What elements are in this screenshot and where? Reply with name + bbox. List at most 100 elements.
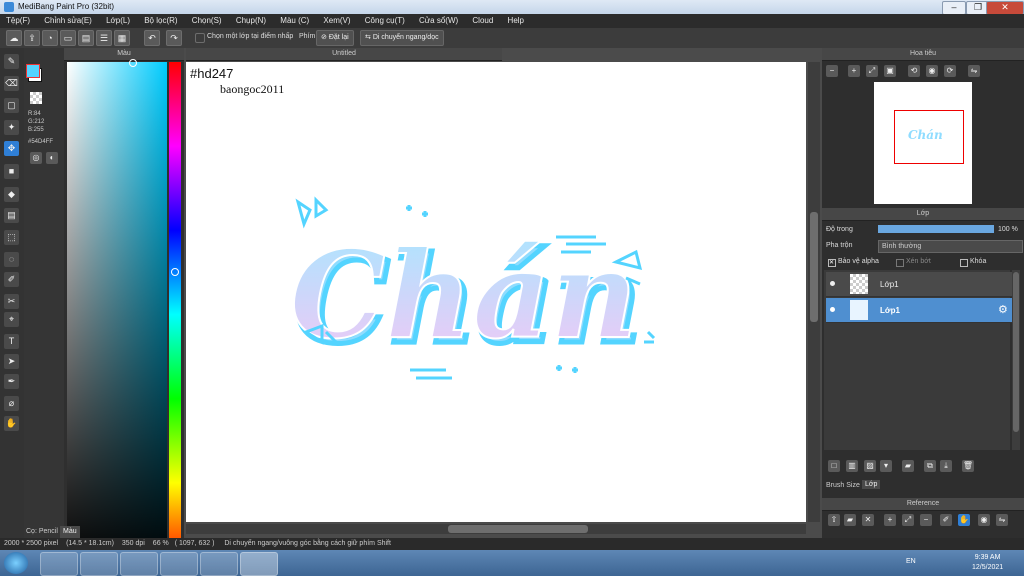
- layer-row[interactable]: Lớp1: [826, 272, 1012, 297]
- menu-filter[interactable]: Bộ lọc(R): [138, 14, 183, 28]
- list-icon[interactable]: ☰: [96, 30, 112, 46]
- move-tool-icon[interactable]: ✥: [4, 141, 19, 156]
- palette-icon[interactable]: ◎: [30, 152, 42, 164]
- color-wheel-icon[interactable]: ◐: [46, 152, 58, 164]
- ref-hand-icon[interactable]: ✋: [958, 514, 970, 526]
- menu-cloud[interactable]: Cloud: [466, 14, 499, 28]
- app-taskbar-icon[interactable]: [160, 552, 198, 576]
- start-button[interactable]: [4, 552, 28, 574]
- minimize-button[interactable]: –: [942, 1, 966, 15]
- shape-tool-icon[interactable]: ■: [4, 164, 19, 179]
- horizontal-scroll-thumb[interactable]: [448, 525, 588, 533]
- panel-icon[interactable]: ▤: [78, 30, 94, 46]
- hue-cursor[interactable]: [171, 268, 179, 276]
- rotate-left-icon[interactable]: ⟲: [908, 65, 920, 77]
- brush-tool-icon[interactable]: ✎: [4, 54, 19, 69]
- magic-wand-icon[interactable]: ✦: [4, 120, 19, 135]
- menu-view[interactable]: Xem(V): [317, 14, 356, 28]
- merge-icon[interactable]: ⤓: [940, 460, 952, 472]
- eye-icon[interactable]: [830, 281, 835, 286]
- comment-icon[interactable]: ▭: [60, 30, 76, 46]
- folder-icon[interactable]: ▰: [902, 460, 914, 472]
- zalo-taskbar-icon[interactable]: [200, 552, 238, 576]
- operation-tool-icon[interactable]: ➤: [4, 354, 19, 369]
- speech-bubble-icon[interactable]: ◔: [42, 30, 58, 46]
- duplicate-icon[interactable]: ⧉: [924, 460, 936, 472]
- clip-checkbox[interactable]: [896, 259, 904, 267]
- open-folder-icon[interactable]: ▰: [844, 514, 856, 526]
- rotate-reset-icon[interactable]: ◉: [926, 65, 938, 77]
- rectangle-select-icon[interactable]: ▢: [4, 98, 19, 113]
- saturation-value-picker[interactable]: [67, 59, 167, 567]
- trash-icon[interactable]: 🗑: [962, 460, 974, 472]
- menu-snap[interactable]: Chụp(N): [230, 14, 272, 28]
- eraser-tool-icon[interactable]: ⌫: [4, 76, 19, 91]
- navigator-preview[interactable]: Chán: [874, 82, 972, 204]
- hue-slider[interactable]: [169, 62, 181, 567]
- vertical-scroll-thumb[interactable]: [810, 212, 818, 322]
- eye-icon[interactable]: [830, 307, 835, 312]
- sv-cursor[interactable]: [129, 59, 137, 67]
- transparent-swatch[interactable]: [30, 92, 42, 104]
- upload-icon[interactable]: ⇧: [828, 514, 840, 526]
- cloud-icon[interactable]: ☁: [6, 30, 22, 46]
- flip-icon[interactable]: ⇋: [968, 65, 980, 77]
- vertical-scrollbar[interactable]: [808, 62, 820, 522]
- fill-bucket-icon[interactable]: ◆: [4, 187, 19, 202]
- zoom-actual-icon[interactable]: ▣: [884, 65, 896, 77]
- lock-checkbox[interactable]: [960, 259, 968, 267]
- chrome-taskbar-icon[interactable]: [240, 552, 278, 576]
- new-8bit-layer-icon[interactable]: ▨: [864, 460, 876, 472]
- ref-zoom-out-icon[interactable]: −: [920, 514, 932, 526]
- close-button[interactable]: ✕: [986, 1, 1024, 15]
- menu-file[interactable]: Tệp(F): [0, 14, 36, 28]
- explorer-taskbar-icon[interactable]: [40, 552, 78, 576]
- internet-explorer-taskbar-icon[interactable]: [80, 552, 118, 576]
- ref-fit-icon[interactable]: ⤢: [902, 514, 914, 526]
- system-clock[interactable]: 9:39 AM 12/5/2021: [972, 553, 1003, 573]
- menu-help[interactable]: Help: [502, 14, 530, 28]
- select-layer-checkbox[interactable]: [195, 33, 205, 43]
- grid-icon[interactable]: ▦: [114, 30, 130, 46]
- document-tab[interactable]: Untitled: [186, 48, 502, 61]
- export-icon[interactable]: ⇪: [24, 30, 40, 46]
- layer-options-icon[interactable]: ▾: [880, 460, 892, 472]
- horizontal-scrollbar[interactable]: [186, 524, 806, 534]
- fit-icon[interactable]: ⤢: [866, 65, 878, 77]
- select-eraser-icon[interactable]: ✂: [4, 294, 19, 309]
- drawing-canvas[interactable]: #hd247 baongoc2011 Chán Chán: [186, 62, 806, 522]
- opacity-slider[interactable]: [878, 225, 994, 233]
- media-player-taskbar-icon[interactable]: [120, 552, 158, 576]
- tab-brush-size[interactable]: Brush Size: [826, 482, 860, 489]
- zoom-in-icon[interactable]: +: [848, 65, 860, 77]
- redo-icon[interactable]: ↷: [166, 30, 182, 46]
- layer-row[interactable]: Lớp1 ⚙: [826, 298, 1012, 323]
- text-tool-icon[interactable]: T: [4, 334, 19, 349]
- menu-color[interactable]: Màu (C): [274, 14, 315, 28]
- new-halftone-layer-icon[interactable]: ▥: [846, 460, 858, 472]
- language-indicator[interactable]: EN: [906, 558, 916, 565]
- hand-tool-icon[interactable]: ✋: [4, 416, 19, 431]
- select-pen-icon[interactable]: ✐: [4, 272, 19, 287]
- eyedropper-icon[interactable]: ⌀: [4, 396, 19, 411]
- ref-rotate-icon[interactable]: ◉: [978, 514, 990, 526]
- layer-scroll-thumb[interactable]: [1013, 272, 1019, 432]
- menu-layer[interactable]: Lớp(L): [100, 14, 136, 28]
- reset-button[interactable]: ⊘ Đặt lại: [316, 30, 354, 46]
- undo-icon[interactable]: ↶: [144, 30, 160, 46]
- select-tool-icon[interactable]: ⬚: [4, 230, 19, 245]
- divide-tool-icon[interactable]: ⌖: [4, 312, 19, 327]
- zoom-out-icon[interactable]: −: [826, 65, 838, 77]
- ref-flip-icon[interactable]: ⇋: [996, 514, 1008, 526]
- menu-edit[interactable]: Chỉnh sửa(E): [38, 14, 98, 28]
- menu-window[interactable]: Cửa sổ(W): [413, 14, 464, 28]
- move-hv-button[interactable]: ⇆ Di chuyển ngang/dọc: [360, 30, 444, 46]
- menu-select[interactable]: Chọn(S): [186, 14, 228, 28]
- ref-zoom-in-icon[interactable]: +: [884, 514, 896, 526]
- menu-tools[interactable]: Công cụ(T): [359, 14, 411, 28]
- rotate-right-icon[interactable]: ⟳: [944, 65, 956, 77]
- gear-icon[interactable]: ⚙: [998, 303, 1008, 316]
- lasso-tool-icon[interactable]: ◌: [4, 252, 19, 267]
- ref-eyedropper-icon[interactable]: ✐: [940, 514, 952, 526]
- gradient-tool-icon[interactable]: ▤: [4, 208, 19, 223]
